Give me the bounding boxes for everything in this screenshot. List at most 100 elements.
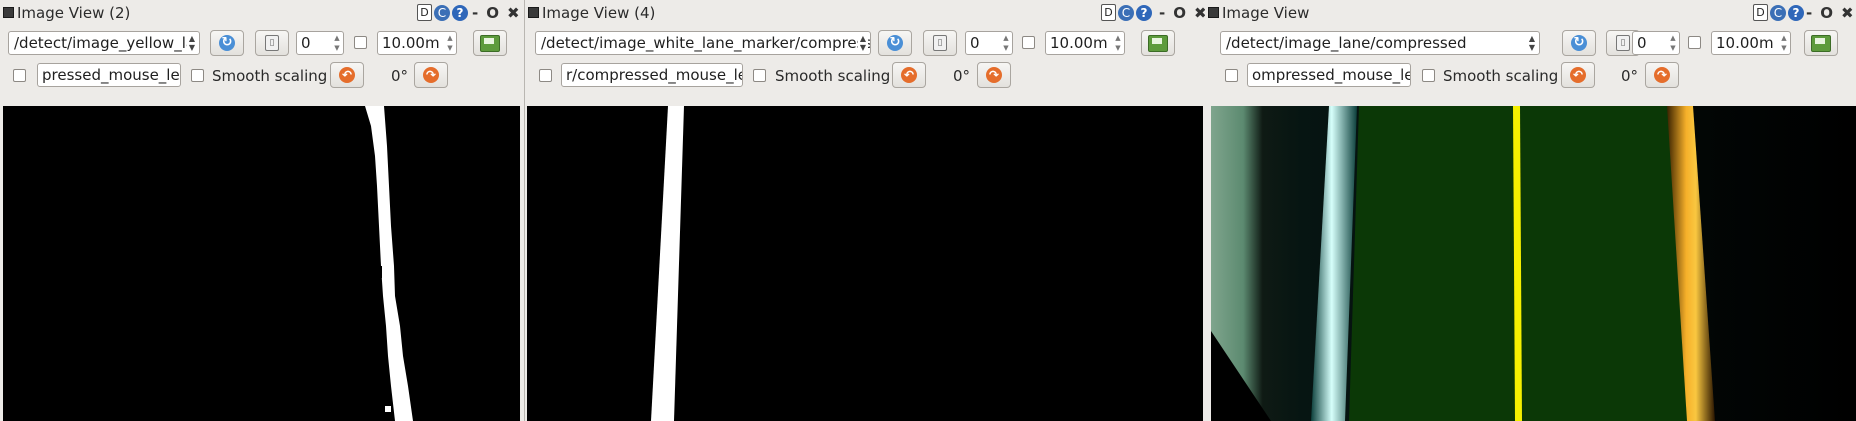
rotate-right-button[interactable]: ↷ — [414, 62, 448, 88]
save-image-button[interactable] — [1141, 30, 1175, 56]
rotation-value: 0° — [391, 67, 409, 85]
pause-icon: ▯ — [265, 35, 279, 51]
spin-arrows-icon[interactable]: ▲ ▼ — [332, 33, 342, 53]
refresh-icon: ↻ — [219, 35, 235, 51]
image-view-panel-4: Image View (4) D C ? - O ✖ /detect/image… — [525, 0, 1205, 421]
float-button[interactable]: O — [1173, 4, 1186, 22]
topic-combo-value: /detect/image_yellow_la — [14, 34, 196, 52]
image-view-panel-lane: Image View D C ? - O ✖ /detect/image_lan… — [1205, 0, 1856, 421]
save-image-icon — [1148, 34, 1168, 52]
image-display-white[interactable] — [527, 106, 1203, 421]
float-button[interactable]: O — [1820, 4, 1833, 22]
mouse-publish-checkbox[interactable] — [13, 69, 26, 82]
frame-spinbox[interactable]: 0 ▲ ▼ — [965, 31, 1013, 55]
spin-arrows-icon[interactable]: ▲ ▼ — [445, 33, 455, 53]
rotate-right-icon: ↷ — [1654, 67, 1670, 83]
mouse-publish-checkbox[interactable] — [1225, 69, 1238, 82]
window-icon — [3, 7, 14, 18]
mouse-publish-checkbox[interactable] — [539, 69, 552, 82]
panel-title: Image View (2) — [17, 4, 131, 22]
rotate-left-icon: ↶ — [339, 67, 355, 83]
toolbar-row-2: ompressed_mouse_left Smooth scaling ↶ 0°… — [1205, 62, 1856, 92]
rotate-left-button[interactable]: ↶ — [892, 62, 926, 88]
panel-titlebar: Image View (2) D C ? - O ✖ — [0, 0, 525, 26]
dock-icon[interactable]: D — [1753, 4, 1768, 21]
smooth-scaling-checkbox[interactable] — [191, 69, 204, 82]
toolbar-row-1: /detect/image_yellow_la ▲ ▼ ↻ ▯ 0 ▲ ▼ 10.0… — [0, 30, 525, 60]
yellow-mask-image — [365, 106, 413, 421]
close-button[interactable]: ✖ — [1194, 4, 1205, 22]
yellow-lane-mask — [365, 106, 413, 421]
panel-titlebar: Image View (4) D C ? - O ✖ — [525, 0, 1205, 26]
chevron-updown-icon: ▲ ▼ — [858, 34, 868, 52]
help-icon[interactable]: ? — [1136, 4, 1152, 21]
spin-arrows-icon[interactable]: ▲ ▼ — [1001, 33, 1011, 53]
refresh-button[interactable]: ↻ — [210, 30, 244, 56]
minimize-button[interactable]: - — [1806, 4, 1812, 22]
minimize-button[interactable]: - — [472, 4, 478, 22]
frame-spinbox[interactable]: 0 ▲ ▼ — [1632, 31, 1680, 55]
rotate-left-button[interactable]: ↶ — [1561, 62, 1595, 88]
float-button[interactable]: O — [486, 4, 499, 22]
close-button[interactable]: ✖ — [1841, 4, 1854, 22]
save-image-button[interactable] — [473, 30, 507, 56]
spin-arrows-icon[interactable]: ▲ ▼ — [1779, 33, 1789, 53]
dynamic-range-checkbox[interactable] — [1688, 36, 1701, 49]
help-icon[interactable]: ? — [452, 4, 468, 21]
close-button[interactable]: ✖ — [507, 4, 520, 22]
mouse-topic-field[interactable]: pressed_mouse_left — [37, 63, 181, 87]
refresh-button[interactable]: ↻ — [1562, 30, 1596, 56]
white-lane-mask — [651, 106, 684, 421]
topic-combo[interactable]: /detect/image_lane/compressed ▲ ▼ — [1220, 31, 1540, 55]
mouse-topic-field[interactable]: r/compressed_mouse_left — [561, 63, 743, 87]
rotate-left-button[interactable]: ↶ — [330, 62, 364, 88]
image-display-yellow[interactable] — [3, 106, 520, 421]
image-display-lane[interactable] — [1211, 106, 1856, 421]
rotation-value: 0° — [953, 67, 971, 85]
smooth-scaling-checkbox[interactable] — [753, 69, 766, 82]
dock-icon[interactable]: D — [1101, 4, 1116, 21]
rotate-right-button[interactable]: ↷ — [1645, 62, 1679, 88]
rotation-value: 0° — [1621, 67, 1639, 85]
smooth-scaling-label: Smooth scaling — [212, 67, 328, 85]
spin-arrows-icon[interactable]: ▲ ▼ — [1113, 33, 1123, 53]
reload-icon[interactable]: C — [1118, 4, 1134, 21]
rotate-left-icon: ↶ — [1570, 67, 1586, 83]
green-lane-area — [1349, 106, 1699, 421]
duration-spinbox[interactable]: 10.00m ▲ ▼ — [1711, 31, 1791, 55]
image-view-panel-2: Image View (2) D C ? - O ✖ /detect/image… — [0, 0, 525, 421]
dynamic-range-checkbox[interactable] — [1022, 36, 1035, 49]
topic-combo[interactable]: /detect/image_white_lane_marker/compress… — [535, 31, 871, 55]
topic-combo-value: /detect/image_lane/compressed — [1226, 34, 1467, 52]
topic-combo-value: /detect/image_white_lane_marker/compress… — [541, 34, 871, 52]
minimize-button[interactable]: - — [1159, 4, 1165, 22]
panel-titlebar: Image View D C ? - O ✖ — [1205, 0, 1856, 26]
help-icon[interactable]: ? — [1788, 4, 1804, 21]
pause-button[interactable]: ▯ — [923, 30, 957, 56]
frame-spinbox[interactable]: 0 ▲ ▼ — [296, 31, 344, 55]
pause-icon: ▯ — [933, 35, 947, 51]
panel-title: Image View — [1222, 4, 1310, 22]
spin-arrows-icon[interactable]: ▲ ▼ — [1668, 33, 1678, 53]
rotate-right-button[interactable]: ↷ — [977, 62, 1011, 88]
dock-icon[interactable]: D — [417, 4, 432, 21]
mouse-topic-field[interactable]: ompressed_mouse_left — [1247, 63, 1411, 87]
reload-icon[interactable]: C — [1770, 4, 1786, 21]
smooth-scaling-checkbox[interactable] — [1422, 69, 1435, 82]
smooth-scaling-label: Smooth scaling — [1443, 67, 1559, 85]
rotate-right-icon: ↷ — [423, 67, 439, 83]
lane-overlay-image — [1211, 106, 1856, 421]
save-image-button[interactable] — [1804, 30, 1838, 56]
refresh-button[interactable]: ↻ — [878, 30, 912, 56]
white-mask-image — [651, 106, 684, 421]
rotate-left-icon: ↶ — [901, 67, 917, 83]
topic-combo[interactable]: /detect/image_yellow_la ▲ ▼ — [8, 31, 200, 55]
pause-button[interactable]: ▯ — [255, 30, 289, 56]
dynamic-range-checkbox[interactable] — [354, 36, 367, 49]
duration-spinbox[interactable]: 10.00m ▲ ▼ — [377, 31, 457, 55]
window-icon — [528, 7, 539, 18]
duration-spinbox[interactable]: 10.00m ▲ ▼ — [1045, 31, 1125, 55]
toolbar-row-1: /detect/image_lane/compressed ▲ ▼ ↻ ▯ 0 ▲… — [1205, 30, 1856, 60]
reload-icon[interactable]: C — [434, 4, 450, 21]
toolbar-row-2: r/compressed_mouse_left Smooth scaling ↶… — [525, 62, 1205, 92]
